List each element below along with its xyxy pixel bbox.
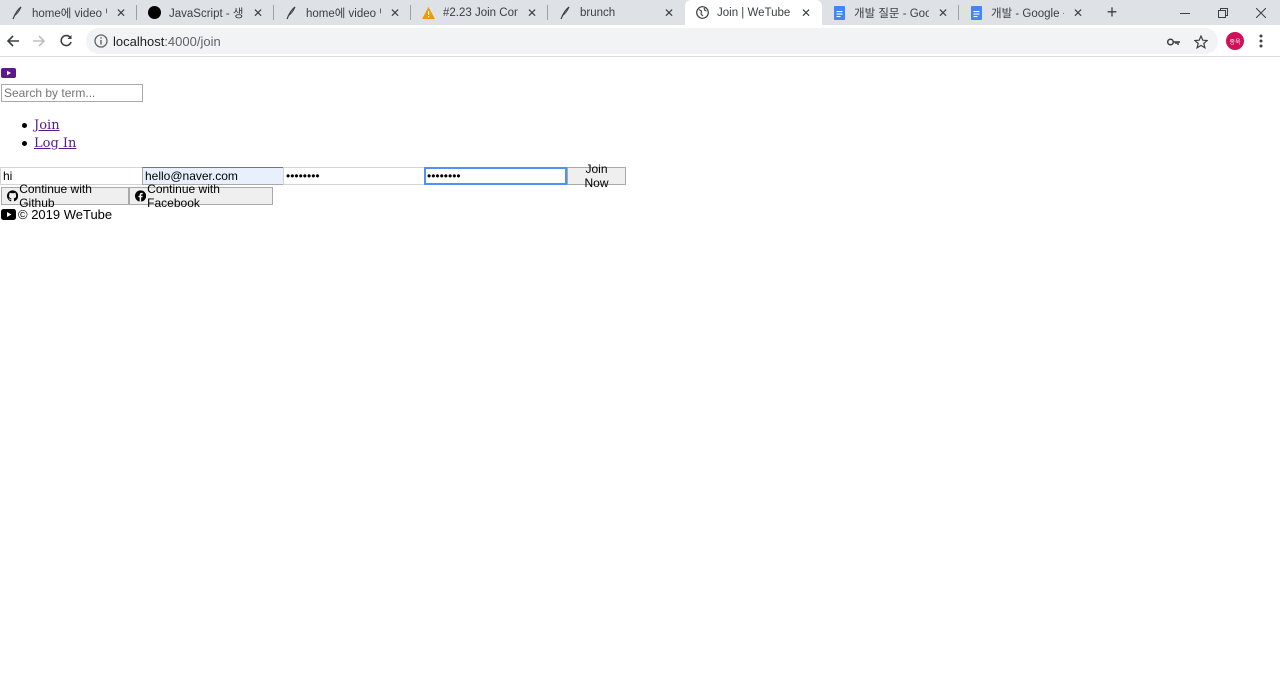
tab-title: Join | WeTube <box>717 6 791 19</box>
quill-icon <box>10 6 24 20</box>
tab-javascript[interactable]: JavaScript - 생활코 ✕ <box>137 0 274 25</box>
quill-icon <box>284 6 298 20</box>
tab-home-video-2[interactable]: home에 video 만들 ✕ <box>274 0 411 25</box>
wetube-logo-icon[interactable] <box>1 68 16 78</box>
github-button-label: Continue with Github <box>19 182 92 210</box>
footer-text: © 2019 WeTube <box>18 207 113 222</box>
tab-title: home에 video 만들 <box>32 7 107 20</box>
close-icon[interactable]: ✕ <box>1070 5 1086 21</box>
facebook-button[interactable]: Continue with Facebook <box>129 182 273 210</box>
close-icon[interactable]: ✕ <box>798 5 814 21</box>
warning-icon <box>421 6 435 20</box>
menu-dots-icon[interactable] <box>1252 31 1270 51</box>
password-confirm-field[interactable] <box>424 167 567 185</box>
star-icon[interactable] <box>1193 34 1209 50</box>
tab-strip: home에 video 만들 ✕ JavaScript - 생활코 ✕ home… <box>0 0 1280 25</box>
avatar[interactable]: 종욱 <box>1226 32 1244 50</box>
back-arrow-icon <box>6 35 19 47</box>
facebook-button-label: Continue with Facebook <box>147 182 220 210</box>
tab-title: 개발 질문 - Google <box>854 7 929 20</box>
url-path: :4000/join <box>164 34 221 49</box>
tab-home-video-1[interactable]: home에 video 만들 ✕ <box>0 0 137 25</box>
footer: © 2019 WeTube <box>1 207 112 222</box>
restore-button[interactable] <box>1204 0 1242 25</box>
browser-toolbar: localhost:4000/join 종욱 <box>0 25 1280 57</box>
address-bar[interactable]: localhost:4000/join <box>86 28 1218 54</box>
close-icon[interactable]: ✕ <box>524 5 540 21</box>
tab-title: 개발 - Google 문서 <box>991 7 1064 20</box>
globe-icon <box>695 6 709 20</box>
close-icon[interactable]: ✕ <box>935 5 951 21</box>
close-window-button[interactable] <box>1242 0 1280 25</box>
tab-join-controller[interactable]: #2.23 Join Controlle ✕ <box>411 0 548 25</box>
login-link[interactable]: Log In <box>34 136 76 151</box>
close-icon[interactable]: ✕ <box>387 5 403 21</box>
close-icon[interactable]: ✕ <box>250 5 266 21</box>
search-input[interactable] <box>1 84 143 102</box>
close-icon[interactable]: ✕ <box>113 5 129 21</box>
reload-button[interactable] <box>54 29 78 53</box>
google-docs-icon <box>832 5 846 20</box>
black-circle-icon <box>147 6 161 20</box>
nav-item-login: Log In <box>22 134 76 152</box>
facebook-icon <box>135 190 147 202</box>
github-button[interactable]: Continue with Github <box>1 182 129 210</box>
nav-list: Join Log In <box>22 116 76 152</box>
tab-dev-doc[interactable]: 개발 - Google 문서 ✕ <box>959 0 1094 25</box>
page-content: Join Log In Join Now Continue with Githu… <box>0 58 1280 684</box>
nav-item-join: Join <box>22 116 76 134</box>
forward-arrow-icon <box>33 35 46 47</box>
youtube-icon <box>1 209 16 220</box>
back-button[interactable] <box>1 29 25 53</box>
tab-dev-question[interactable]: 개발 질문 - Google ✕ <box>822 0 959 25</box>
close-icon[interactable]: ✕ <box>661 5 677 21</box>
minimize-button[interactable] <box>1166 0 1204 25</box>
bullet <box>22 122 27 128</box>
tab-title: brunch <box>580 6 616 19</box>
minimize-icon <box>1180 12 1190 14</box>
tab-title: JavaScript - 생활코 <box>169 7 244 20</box>
forward-button[interactable] <box>27 29 51 53</box>
key-icon[interactable] <box>1166 34 1182 50</box>
reload-icon <box>60 34 72 47</box>
bullet <box>22 140 27 146</box>
restore-icon <box>1218 7 1228 18</box>
tab-title: home에 video 만들 <box>306 7 381 20</box>
url-host: localhost <box>113 34 165 49</box>
join-now-button[interactable]: Join Now <box>567 162 626 190</box>
close-window-icon <box>1256 7 1266 18</box>
new-tab-button[interactable]: + <box>1100 0 1124 25</box>
password-field[interactable] <box>283 167 425 185</box>
url-text: localhost:4000/join <box>113 34 221 49</box>
join-link[interactable]: Join <box>34 118 60 133</box>
github-icon <box>7 190 19 202</box>
quill-icon <box>558 6 572 20</box>
tab-brunch[interactable]: brunch ✕ <box>548 0 685 25</box>
google-docs-icon <box>969 5 983 20</box>
tab-title: #2.23 Join Controlle <box>443 6 518 19</box>
info-icon[interactable] <box>94 34 108 48</box>
tab-join-wetube[interactable]: Join | WeTube ✕ <box>685 0 822 25</box>
